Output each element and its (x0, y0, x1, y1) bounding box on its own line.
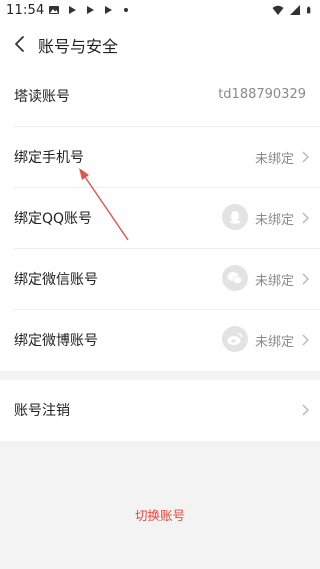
row-label: 绑定微博账号 (14, 333, 98, 349)
tadu-account-row[interactable]: 塔读账号 td188790329 (0, 66, 320, 127)
signal-icon (290, 5, 300, 15)
chevron-right-icon (302, 273, 309, 285)
play-icon (105, 6, 112, 14)
header: 账号与安全 (0, 22, 320, 66)
status-time: 11:54 (6, 3, 45, 18)
account-id: td188790329 (218, 87, 306, 102)
back-button[interactable] (6, 30, 34, 58)
status-bar: 11:54 (0, 0, 320, 22)
battery-icon (307, 6, 311, 14)
play-icon (69, 6, 76, 14)
play-icon (87, 6, 94, 14)
chevron-right-icon (302, 212, 309, 224)
account-cancel-row[interactable]: 账号注销 (0, 380, 320, 441)
account-cancel-card: 账号注销 (0, 380, 320, 441)
row-label: 绑定手机号 (14, 150, 84, 166)
row-label: 账号注销 (14, 403, 70, 419)
bind-weibo-row[interactable]: 绑定微博账号 未绑定 (0, 310, 320, 371)
bind-qq-row[interactable]: 绑定QQ账号 未绑定 (0, 188, 320, 249)
row-label: 塔读账号 (14, 89, 70, 105)
chevron-right-icon (302, 334, 309, 346)
bind-status: 未绑定 (254, 274, 294, 289)
page-title: 账号与安全 (38, 37, 119, 56)
bind-status: 未绑定 (254, 152, 294, 167)
bind-status: 未绑定 (254, 335, 294, 350)
bind-wechat-row[interactable]: 绑定微信账号 未绑定 (0, 249, 320, 310)
account-settings-card: 塔读账号 td188790329 绑定手机号 未绑定 绑定QQ账号 未绑定 绑定… (0, 66, 320, 371)
chevron-right-icon (302, 151, 309, 163)
wifi-icon (272, 5, 284, 15)
switch-account-button[interactable]: 切换账号 (0, 505, 320, 524)
weibo-icon (222, 326, 248, 352)
row-label: 绑定微信账号 (14, 272, 98, 288)
chevron-left-icon (15, 36, 24, 52)
bind-status: 未绑定 (254, 213, 294, 228)
dot-icon (124, 8, 128, 12)
status-icons-right (272, 4, 314, 16)
bind-phone-row[interactable]: 绑定手机号 未绑定 (0, 127, 320, 188)
status-icons-left (48, 4, 132, 16)
wechat-icon (222, 265, 248, 291)
row-label: 绑定QQ账号 (14, 211, 93, 227)
qq-icon (222, 204, 248, 230)
image-icon (49, 6, 59, 14)
chevron-right-icon (302, 404, 309, 416)
